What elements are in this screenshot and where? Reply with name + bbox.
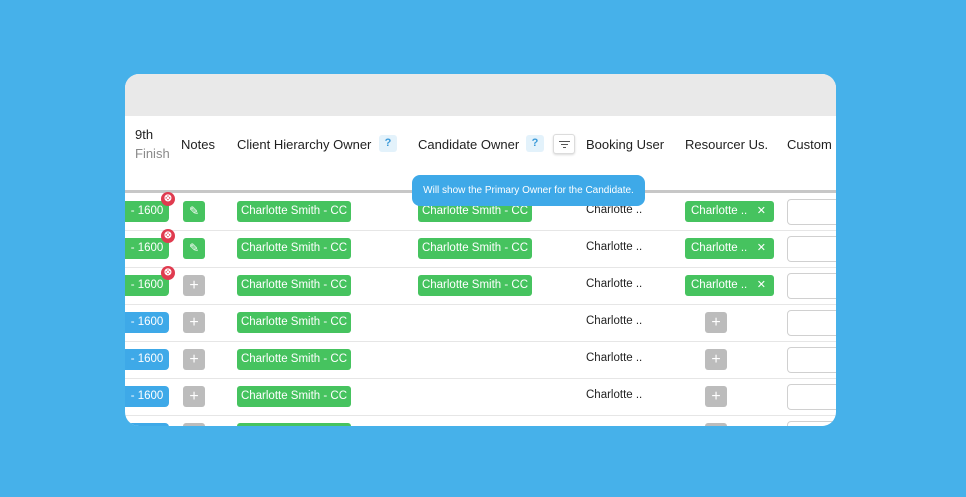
- plus-icon[interactable]: +: [183, 386, 205, 407]
- pencil-icon[interactable]: ✎: [183, 201, 205, 222]
- client-hierarchy-owner-chip[interactable]: Charlotte Smith - CC: [237, 275, 351, 296]
- client-hierarchy-owner-chip[interactable]: [237, 423, 351, 426]
- table-row: ++: [125, 415, 836, 426]
- custom-field-input[interactable]: [787, 347, 836, 373]
- close-icon[interactable]: ✕: [757, 238, 766, 259]
- remove-circle-icon[interactable]: ⊗: [161, 192, 175, 206]
- client-hierarchy-owner-chip[interactable]: Charlotte Smith - CC: [237, 386, 351, 407]
- table-row: - 1600 + Charlotte Smith - CC Charlotte .. +: [125, 304, 836, 342]
- table-row: - 1600 ⊗ ✎ Charlotte Smith - CC Charlotte Sm…: [125, 229, 836, 268]
- candidate-owner-tooltip: Will show the Primary Owner for the Cand…: [412, 175, 645, 206]
- close-icon[interactable]: ✕: [757, 275, 766, 296]
- booking-user-text: Charlotte ..: [586, 389, 643, 401]
- custom-field-input[interactable]: [787, 236, 836, 262]
- plus-icon[interactable]: +: [183, 349, 205, 370]
- table-row: - 1600 + Charlotte Smith - CC Charlotte .. +: [125, 341, 836, 379]
- booking-user-text: Charlotte ..: [586, 315, 643, 327]
- table-row: - 1600 + Charlotte Smith - CC Charlotte .. +: [125, 378, 836, 416]
- header-9th: 9th: [135, 127, 154, 142]
- booking-user-text: Charlotte ..: [586, 241, 643, 253]
- header-booking-user[interactable]: Booking User: [586, 137, 664, 152]
- custom-field-input[interactable]: [787, 310, 836, 336]
- remove-circle-icon[interactable]: ⊗: [161, 266, 175, 280]
- header-custom[interactable]: Custom: [787, 137, 832, 152]
- plus-icon[interactable]: +: [183, 275, 205, 296]
- time-chip[interactable]: - 1600: [125, 349, 169, 370]
- time-chip[interactable]: - 1600: [125, 312, 169, 333]
- plus-icon[interactable]: +: [705, 312, 727, 333]
- time-chip[interactable]: - 1600: [125, 386, 169, 407]
- plus-icon[interactable]: +: [705, 349, 727, 370]
- client-hierarchy-owner-chip[interactable]: Charlotte Smith - CC: [237, 238, 351, 259]
- custom-field-input[interactable]: [787, 421, 836, 426]
- custom-field-input[interactable]: [787, 199, 836, 225]
- help-icon[interactable]: ?: [526, 135, 544, 152]
- header-client-hierarchy-owner[interactable]: Client Hierarchy Owner: [237, 137, 371, 152]
- plus-icon[interactable]: +: [705, 423, 727, 426]
- help-icon[interactable]: ?: [379, 135, 397, 152]
- time-chip[interactable]: [125, 423, 169, 426]
- resourcer-user-chip[interactable]: Charlotte .. ✕: [685, 201, 774, 222]
- header-candidate-owner[interactable]: Candidate Owner: [418, 137, 519, 152]
- header-finish: Finish: [135, 146, 170, 161]
- custom-field-input[interactable]: [787, 273, 836, 299]
- pencil-icon[interactable]: ✎: [183, 238, 205, 259]
- candidate-owner-chip[interactable]: Charlotte Smith - CC: [418, 275, 532, 296]
- booking-user-text: Charlotte ..: [586, 352, 643, 364]
- table-toolbar: [125, 74, 836, 116]
- custom-field-input[interactable]: [787, 384, 836, 410]
- client-hierarchy-owner-chip[interactable]: Charlotte Smith - CC: [237, 349, 351, 370]
- plus-icon[interactable]: +: [705, 386, 727, 407]
- close-icon[interactable]: ✕: [757, 201, 766, 222]
- plus-icon[interactable]: +: [183, 312, 205, 333]
- table-row: - 1600 ⊗ + Charlotte Smith - CC Charlotte Sm…: [125, 266, 836, 305]
- candidate-owner-chip[interactable]: Charlotte Smith - CC: [418, 238, 532, 259]
- table-card: 9th Finish Notes Client Hierarchy Owner …: [125, 74, 836, 426]
- plus-icon[interactable]: +: [183, 423, 205, 426]
- client-hierarchy-owner-chip[interactable]: Charlotte Smith - CC: [237, 201, 351, 222]
- resourcer-user-label: Charlotte ..: [691, 242, 748, 254]
- resourcer-user-chip[interactable]: Charlotte .. ✕: [685, 275, 774, 296]
- booking-user-text: Charlotte ..: [586, 278, 643, 290]
- resourcer-user-label: Charlotte ..: [691, 279, 748, 291]
- resourcer-user-chip[interactable]: Charlotte .. ✕: [685, 238, 774, 259]
- filter-icon[interactable]: [553, 134, 575, 154]
- remove-circle-icon[interactable]: ⊗: [161, 229, 175, 243]
- resourcer-user-label: Charlotte ..: [691, 205, 748, 217]
- header-notes[interactable]: Notes: [181, 137, 215, 152]
- client-hierarchy-owner-chip[interactable]: Charlotte Smith - CC: [237, 312, 351, 333]
- header-resourcer-user[interactable]: Resourcer Us.: [685, 137, 768, 152]
